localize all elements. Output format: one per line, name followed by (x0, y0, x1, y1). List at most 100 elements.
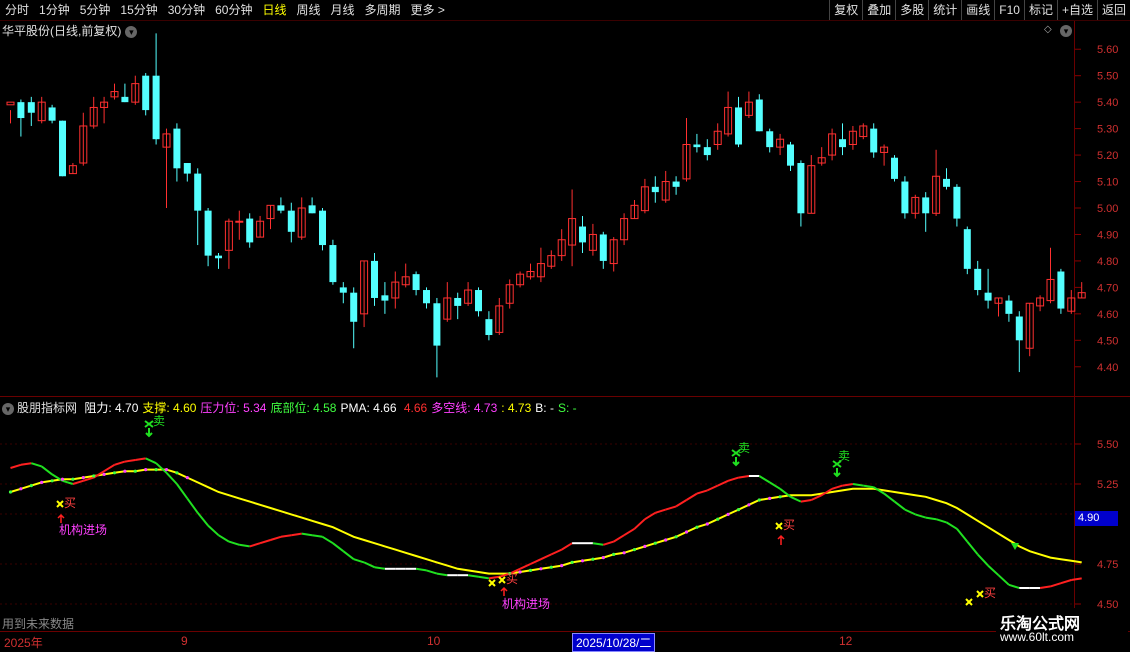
pma-segment (727, 476, 739, 482)
pma-segment (342, 550, 355, 560)
chart-canvas[interactable]: 5.60 5.50 5.40 5.30 5.20 5.10 5.00 4.90 4.80 4.70… (0, 0, 1130, 650)
candle-body (319, 210, 326, 246)
trend-dot (539, 567, 543, 571)
trend-dot (133, 469, 137, 473)
trend-dot (19, 487, 23, 491)
pma-segment (332, 542, 344, 552)
candle-body (901, 181, 909, 214)
candle-body (787, 144, 794, 166)
trend-dot (560, 564, 564, 568)
buy-signal-label: 买 (984, 586, 996, 600)
pma-segment (1060, 579, 1072, 585)
trend-dot (102, 472, 106, 476)
pma-segment (249, 542, 261, 548)
pma-segment (519, 563, 531, 570)
pma-segment (239, 543, 250, 548)
pma-segment (467, 574, 479, 578)
candle-body (17, 102, 25, 119)
trend-dot (747, 503, 751, 507)
trend-dot (643, 544, 647, 549)
buy-signal-label: 买 (64, 496, 76, 510)
trend-dot (40, 480, 44, 484)
pma-segment (925, 516, 937, 521)
trend-dot (570, 560, 574, 565)
trend-dot (705, 522, 709, 526)
candle-body (6, 101, 15, 106)
candle-body (329, 245, 337, 283)
up-arrow-icon (57, 513, 65, 523)
watermark-url: www.60lt.com (1000, 630, 1075, 644)
pma-segment (633, 518, 646, 530)
pma-segment (976, 553, 989, 567)
trend-dot (757, 498, 761, 502)
candle-body (579, 226, 586, 243)
trend-dot (684, 530, 689, 534)
pma-segment (145, 457, 157, 465)
candle-body (48, 107, 56, 121)
pma-segment (790, 495, 802, 503)
y-tick-label: 5.60 (1097, 44, 1118, 56)
pma-segment (176, 483, 189, 499)
pma-segment (228, 540, 240, 546)
candle-body (984, 292, 992, 301)
pma-segment (62, 479, 74, 485)
pma-segment (685, 492, 698, 501)
pma-segment (842, 483, 854, 487)
candle-body (672, 181, 680, 187)
candle-body (121, 96, 129, 103)
pma-segment (426, 569, 438, 575)
trend-dot (632, 548, 637, 552)
trend-dot (601, 556, 605, 560)
date-label: 2025年 (4, 636, 43, 650)
candle-body (454, 297, 462, 306)
pma-segment (280, 534, 292, 538)
buy-signal-label: 买 (783, 518, 795, 532)
institution-entry-label: 机构进场 (59, 522, 107, 537)
pma-segment (270, 535, 282, 541)
trend-dot (123, 469, 127, 473)
cross-marker (488, 579, 496, 587)
candle-body (839, 139, 846, 148)
pma-segment (301, 532, 313, 537)
pma-segment (613, 534, 625, 543)
candle-body (974, 268, 982, 291)
candle-body (433, 303, 441, 346)
y-tick-label: 4.80 (1097, 256, 1118, 268)
pma-segment (259, 539, 271, 545)
sell-signal-label: 卖 (838, 449, 850, 463)
candle-body (371, 260, 378, 298)
pma-segment (114, 460, 126, 466)
trend-dot (695, 525, 699, 529)
trend-dot (50, 479, 54, 483)
pma-segment (291, 532, 302, 537)
sell-cross (144, 420, 154, 428)
pma-segment (488, 575, 500, 580)
sell-signal-label: 卖 (738, 441, 750, 455)
trend-dot (92, 474, 96, 478)
pma-segment (706, 484, 719, 492)
candle-body (339, 287, 347, 293)
date-label: 12 (839, 634, 853, 648)
pma-segment (1039, 585, 1051, 589)
cross-marker (965, 598, 973, 606)
candle-body (152, 75, 160, 140)
y-tick-label: 5.40 (1097, 97, 1118, 109)
candle-body (797, 163, 805, 214)
trend-dot (768, 496, 772, 500)
pma-segment (1050, 582, 1062, 588)
date-label: 10 (427, 634, 441, 648)
y-tick-label: 4.90 (1097, 229, 1118, 241)
sell-signal-label: 卖 (153, 414, 165, 428)
pma-segment (124, 459, 136, 463)
pma-segment (956, 528, 969, 543)
pma-segment (165, 472, 178, 485)
trend-dot (664, 538, 668, 542)
pma-segment (758, 475, 771, 484)
trend-dot (81, 476, 85, 480)
candle-body (870, 128, 878, 153)
pma-segment (717, 479, 729, 487)
trend-dot (164, 468, 169, 472)
candle-body (423, 290, 430, 304)
current-price-marker: 4.90 (1075, 511, 1118, 526)
pma-segment (592, 542, 604, 546)
